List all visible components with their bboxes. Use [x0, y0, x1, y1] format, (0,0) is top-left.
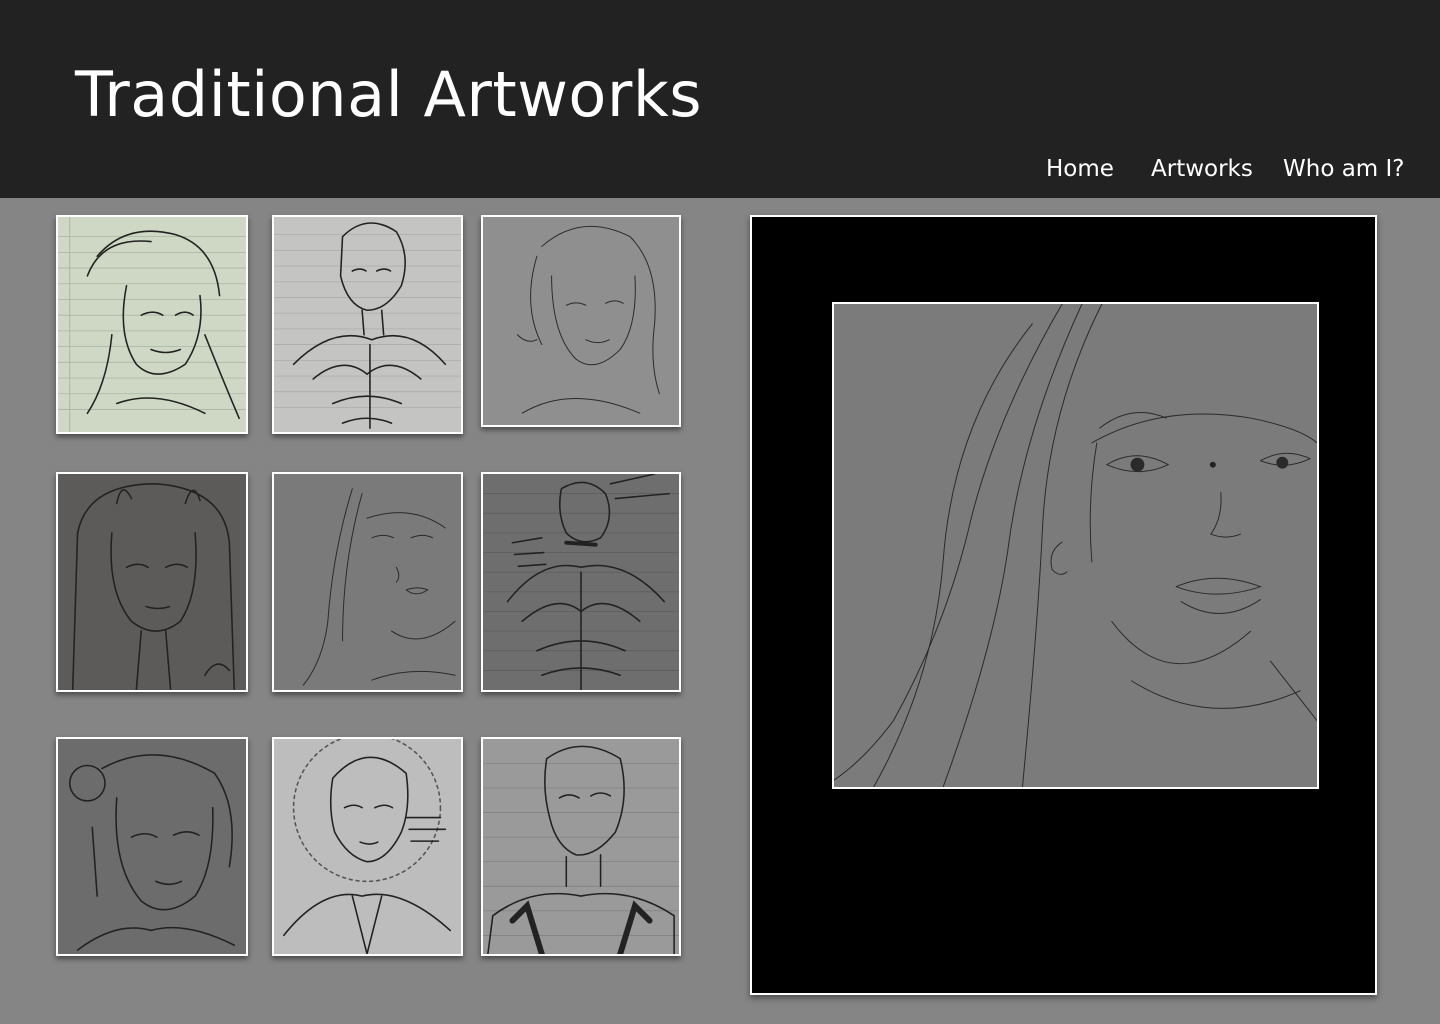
pencil-woman-portrait-sketch-image — [483, 217, 679, 425]
artwork-thumbnail-4[interactable] — [56, 472, 248, 692]
pencil-portrait-sketch-image — [58, 739, 246, 954]
pencil-portrait-sketch-image — [58, 217, 246, 432]
artwork-thumbnail-8[interactable] — [272, 737, 463, 956]
site-title: Traditional Artworks — [75, 58, 703, 131]
artwork-thumbnail-5[interactable] — [272, 472, 463, 692]
pencil-hooded-portrait-sketch-image — [58, 474, 246, 690]
nav-link-artworks[interactable]: Artworks — [1151, 156, 1253, 184]
ink-figure-sketch-image — [483, 739, 679, 954]
nav-link-who-am-i[interactable]: Who am I? — [1283, 156, 1405, 184]
artwork-thumbnail-1[interactable] — [56, 215, 248, 434]
artwork-thumbnail-6[interactable] — [481, 472, 681, 692]
ink-muscular-figure-sketch-image — [483, 474, 679, 690]
artwork-thumbnail-7[interactable] — [56, 737, 248, 956]
artwork-viewer — [750, 215, 1377, 995]
site-header: Traditional Artworks Home Artworks Who a… — [0, 0, 1440, 198]
artwork-thumbnail-9[interactable] — [481, 737, 681, 956]
artwork-thumbnail-3[interactable] — [481, 215, 681, 427]
pencil-woman-portrait-sketch-image — [274, 474, 461, 690]
pencil-woman-portrait-sketch-image — [834, 304, 1317, 787]
pencil-portrait-sketch-image — [274, 739, 461, 954]
artwork-thumbnail-2[interactable] — [272, 215, 463, 434]
pencil-muscular-figure-sketch-image — [274, 217, 461, 432]
nav-link-home[interactable]: Home — [1046, 156, 1114, 184]
selected-artwork-image[interactable] — [832, 302, 1319, 789]
